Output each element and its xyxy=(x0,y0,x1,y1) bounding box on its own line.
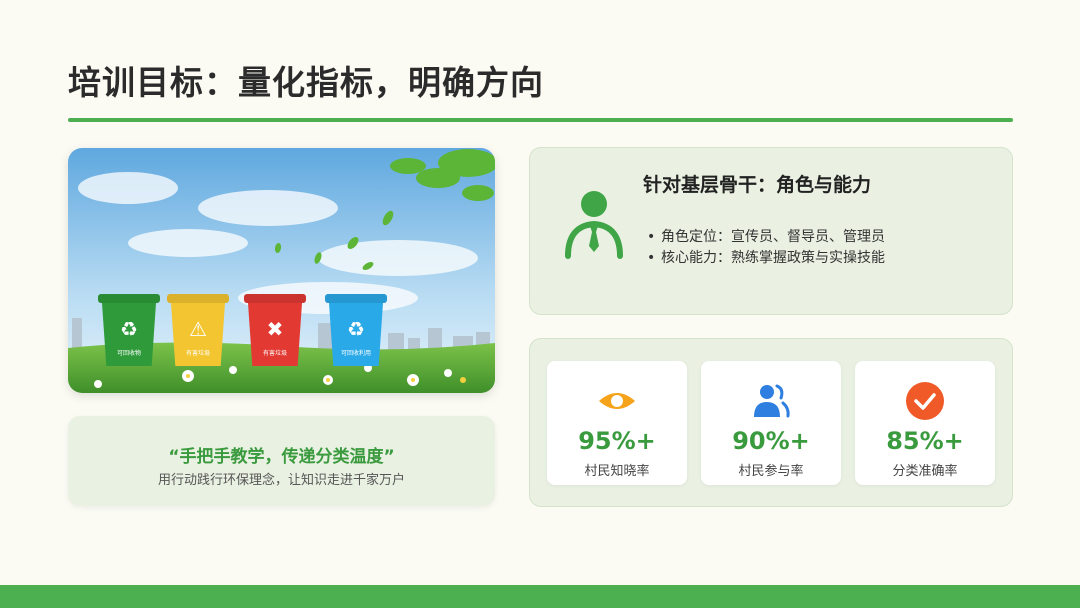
quote-subtitle: 用行动践行环保理念，让知识走进千家万户 xyxy=(157,473,405,488)
bin-body: ♻ 可回收物 xyxy=(102,303,156,366)
stat-label: 村民知晓率 xyxy=(584,464,650,479)
bottom-band xyxy=(0,585,1080,608)
role-card: 针对基层骨干：角色与能力 • 角色定位：宣传员、督导员、管理员 • 核心能力：熟练掌… xyxy=(529,147,1013,315)
title-divider xyxy=(68,118,1013,122)
role-item-text: 角色定位：宣传员、督导员、管理员 xyxy=(661,229,885,245)
bin-lid xyxy=(167,294,229,303)
stat-value: 90%+ xyxy=(732,427,810,455)
role-item: • 核心能力：熟练掌握政策与实操技能 xyxy=(647,248,885,269)
role-title: 针对基层骨干：角色与能力 xyxy=(643,174,872,196)
check-circle-icon xyxy=(906,382,944,420)
eye-icon xyxy=(599,393,635,409)
bin-body: ✖ 有害垃圾 xyxy=(248,303,302,366)
role-list: • 角色定位：宣传员、督导员、管理员 • 核心能力：熟练掌握政策与实操技能 xyxy=(647,227,885,269)
trash-bin: ♻ 可回收物 xyxy=(98,294,160,366)
stat-awareness: 95%+ 村民知晓率 xyxy=(547,361,687,485)
trash-bin: ✖ 有害垃圾 xyxy=(244,294,306,366)
bin-body: ♻ 可回收利用 xyxy=(329,303,383,366)
trash-bin: ⚠ 有害垃圾 xyxy=(167,294,229,366)
stat-participation: 90%+ 村民参与率 xyxy=(701,361,841,485)
hero-image: ♻ 可回收物 ⚠ 有害垃圾 ✖ 有害垃圾 ♻ 可回收利用 xyxy=(68,148,495,393)
bin-label: 有害垃圾 xyxy=(262,350,287,357)
bin-label: 可回收物 xyxy=(116,350,141,357)
bullet: • xyxy=(647,229,656,245)
stat-value: 95%+ xyxy=(578,427,656,455)
role-item-text: 核心能力：熟练掌握政策与实操技能 xyxy=(661,250,885,266)
bullet: • xyxy=(647,250,656,266)
trash-bin: ♻ 可回收利用 xyxy=(325,294,387,366)
bin-symbol-icon: ✖ xyxy=(266,317,284,341)
role-item: • 角色定位：宣传员、督导员、管理员 xyxy=(647,227,885,248)
stat-label: 村民参与率 xyxy=(738,464,804,479)
quote-card: “手把手教学，传递分类温度” 用行动践行环保理念，让知识走进千家万户 xyxy=(68,416,495,506)
bin-lid xyxy=(325,294,387,303)
bin-lid xyxy=(244,294,306,303)
stat-accuracy: 85%+ 分类准确率 xyxy=(855,361,995,485)
bin-symbol-icon: ♻ xyxy=(347,317,365,341)
quote-headline: “手把手教学，传递分类温度” xyxy=(168,447,395,467)
bin-symbol-icon: ⚠ xyxy=(189,317,207,341)
bin-body: ⚠ 有害垃圾 xyxy=(171,303,225,366)
bin-symbol-icon: ♻ xyxy=(120,317,138,341)
users-icon xyxy=(754,384,790,418)
bin-lid xyxy=(98,294,160,303)
stats-card: 95%+ 村民知晓率 90%+ 村民参与率 85%+ 分类准确率 xyxy=(529,338,1013,507)
bin-label: 可回收利用 xyxy=(340,350,371,357)
page-title: 培训目标：量化指标，明确方向 xyxy=(68,63,544,102)
stat-value: 85%+ xyxy=(886,427,964,455)
bin-label: 有害垃圾 xyxy=(185,350,210,357)
person-tie-icon xyxy=(565,191,623,259)
stat-label: 分类准确率 xyxy=(892,464,958,479)
